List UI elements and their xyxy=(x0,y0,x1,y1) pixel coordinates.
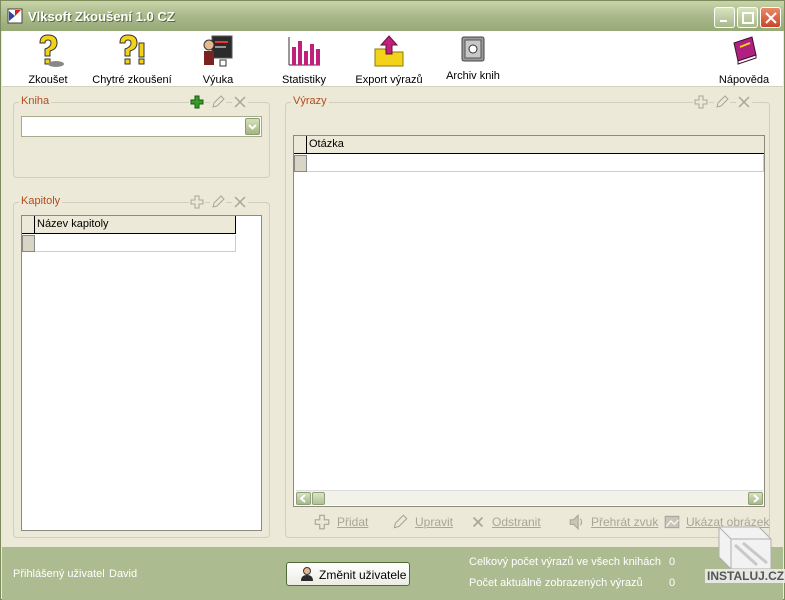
edit-expression-icon xyxy=(393,514,408,529)
add-expression-button[interactable]: Přidat xyxy=(337,515,368,529)
toolbar-napoveda-button[interactable]: Nápověda xyxy=(716,33,772,86)
row-indicator[interactable] xyxy=(22,235,35,252)
vyrazy-edit-icon[interactable] xyxy=(714,94,730,110)
vyrazy-column-header[interactable]: Otázka xyxy=(307,136,764,154)
watermark-logo: INSTALUJ.CZ xyxy=(697,523,785,589)
help-book-icon xyxy=(733,36,757,65)
kniha-group: Kniha xyxy=(13,94,270,178)
kniha-group-title: Kniha xyxy=(19,95,52,107)
shown-expressions-value: 0 xyxy=(669,577,676,589)
change-user-button[interactable]: Změnit uživatele xyxy=(286,562,410,586)
kniha-edit-icon[interactable] xyxy=(210,94,226,110)
table-row[interactable] xyxy=(35,235,236,252)
kniha-select-dropdown-button[interactable] xyxy=(245,118,260,135)
toolbar-vyuka-button[interactable]: Výuka xyxy=(198,33,238,86)
speaker-icon xyxy=(569,513,583,531)
edit-expression-button[interactable]: Upravit xyxy=(415,515,453,529)
vyrazy-grid[interactable]: Otázka xyxy=(293,135,765,507)
toolbar-statistiky-button[interactable]: Statistiky xyxy=(279,33,329,86)
vyrazy-horizontal-scrollbar[interactable] xyxy=(296,490,763,505)
safe-icon xyxy=(461,36,485,62)
scroll-left-button[interactable] xyxy=(296,492,311,505)
teacher-board-icon xyxy=(203,35,233,67)
chevron-left-icon xyxy=(299,494,306,503)
maximize-icon xyxy=(742,12,754,24)
total-expressions-label: Celkový počet výrazů ve všech knihách xyxy=(469,556,661,568)
maximize-button[interactable] xyxy=(737,7,758,28)
vyrazy-add-icon[interactable] xyxy=(693,94,709,110)
table-row[interactable] xyxy=(307,155,764,172)
image-icon xyxy=(664,515,680,529)
title-bar[interactable]: Vlksoft Zkoušení 1.0 CZ xyxy=(1,1,784,31)
kapitoly-delete-icon[interactable] xyxy=(232,194,248,210)
grid-corner xyxy=(294,136,307,154)
minimize-button[interactable] xyxy=(714,7,735,28)
grid-corner xyxy=(22,216,35,234)
window-title: Vlksoft Zkoušení 1.0 CZ xyxy=(28,9,175,24)
export-folder-icon xyxy=(374,35,404,67)
main-toolbar: Zkoušet Chytré zkoušení Výuka Statistiky… xyxy=(2,31,783,87)
shown-expressions-label: Počet aktuálně zobrazených výrazů xyxy=(469,577,643,589)
question-person-icon xyxy=(39,34,64,67)
play-sound-button[interactable]: Přehrát zvuk xyxy=(591,515,658,529)
scroll-thumb[interactable] xyxy=(312,492,325,505)
chevron-right-icon xyxy=(753,494,760,503)
chevron-down-icon xyxy=(248,124,257,130)
remove-expression-button[interactable]: Odstranit xyxy=(492,515,541,529)
kapitoly-group-title: Kapitoly xyxy=(19,195,63,207)
close-icon xyxy=(765,12,777,24)
kapitoly-grid[interactable]: Název kapitoly xyxy=(21,215,262,531)
kniha-delete-icon[interactable] xyxy=(232,94,248,110)
kapitoly-add-icon[interactable] xyxy=(189,194,205,210)
user-icon xyxy=(301,567,313,581)
add-expression-icon xyxy=(314,514,330,530)
toolbar-zkouset-button[interactable]: Zkoušet xyxy=(20,33,76,86)
total-expressions-value: 0 xyxy=(669,556,676,568)
scroll-right-button[interactable] xyxy=(748,492,763,505)
kapitoly-column-header[interactable]: Název kapitoly xyxy=(35,216,236,234)
kniha-add-icon[interactable] xyxy=(189,94,205,110)
row-indicator[interactable] xyxy=(294,155,307,172)
kniha-select[interactable] xyxy=(21,116,262,137)
minimize-icon xyxy=(720,20,727,22)
kapitoly-edit-icon[interactable] xyxy=(210,194,226,210)
remove-expression-icon xyxy=(472,516,484,528)
smart-question-icon xyxy=(119,34,145,65)
app-window: Vlksoft Zkoušení 1.0 CZ Zkoušet Chytré z… xyxy=(0,0,785,600)
toolbar-chytre-zkouseni-button[interactable]: Chytré zkoušení xyxy=(92,33,172,86)
bar-chart-icon xyxy=(288,37,320,66)
watermark-text: INSTALUJ.CZ xyxy=(705,569,785,583)
toolbar-archiv-button[interactable]: Archiv knih xyxy=(444,33,502,82)
logged-user-name: David xyxy=(109,568,138,580)
vyrazy-delete-icon[interactable] xyxy=(736,94,752,110)
app-logo-icon xyxy=(7,8,23,24)
vyrazy-group-title: Výrazy xyxy=(291,95,329,107)
close-button[interactable] xyxy=(760,7,781,28)
logged-user-label: Přihlášený uživatel xyxy=(13,568,105,580)
toolbar-export-button[interactable]: Export výrazů xyxy=(354,33,424,86)
